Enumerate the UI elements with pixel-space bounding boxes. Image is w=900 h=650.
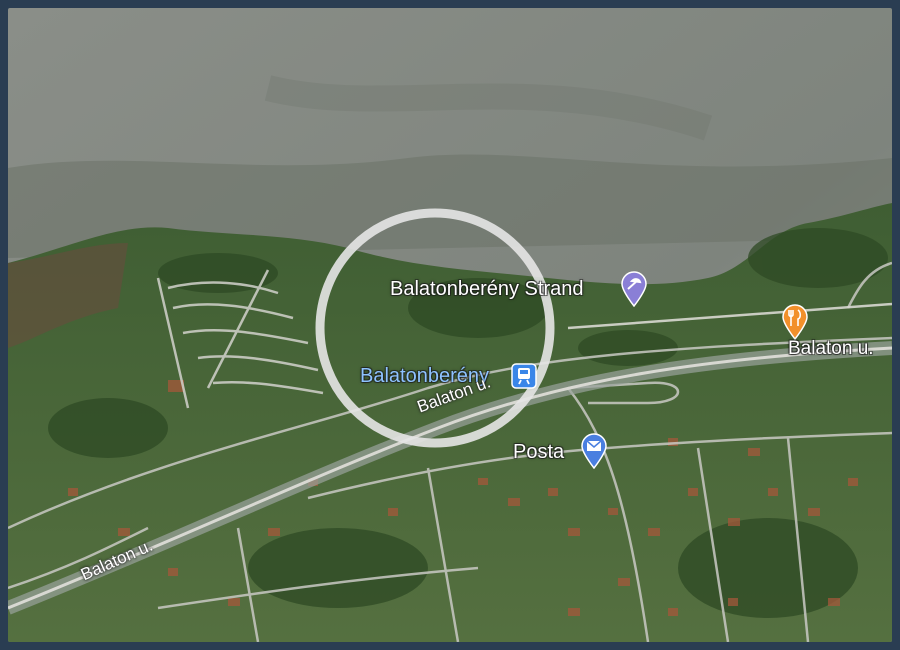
label-road-east[interactable]: Balaton u. xyxy=(788,338,874,360)
mail-icon[interactable] xyxy=(580,433,608,469)
map-viewport[interactable]: Balatonberény Strand Balaton u. Balatonb… xyxy=(8,8,892,642)
train-station-icon[interactable] xyxy=(511,363,537,389)
restaurant-icon[interactable] xyxy=(781,304,809,340)
label-strand[interactable]: Balatonberény Strand xyxy=(390,278,583,301)
beach-icon[interactable] xyxy=(620,271,648,307)
label-post[interactable]: Posta xyxy=(513,441,564,464)
